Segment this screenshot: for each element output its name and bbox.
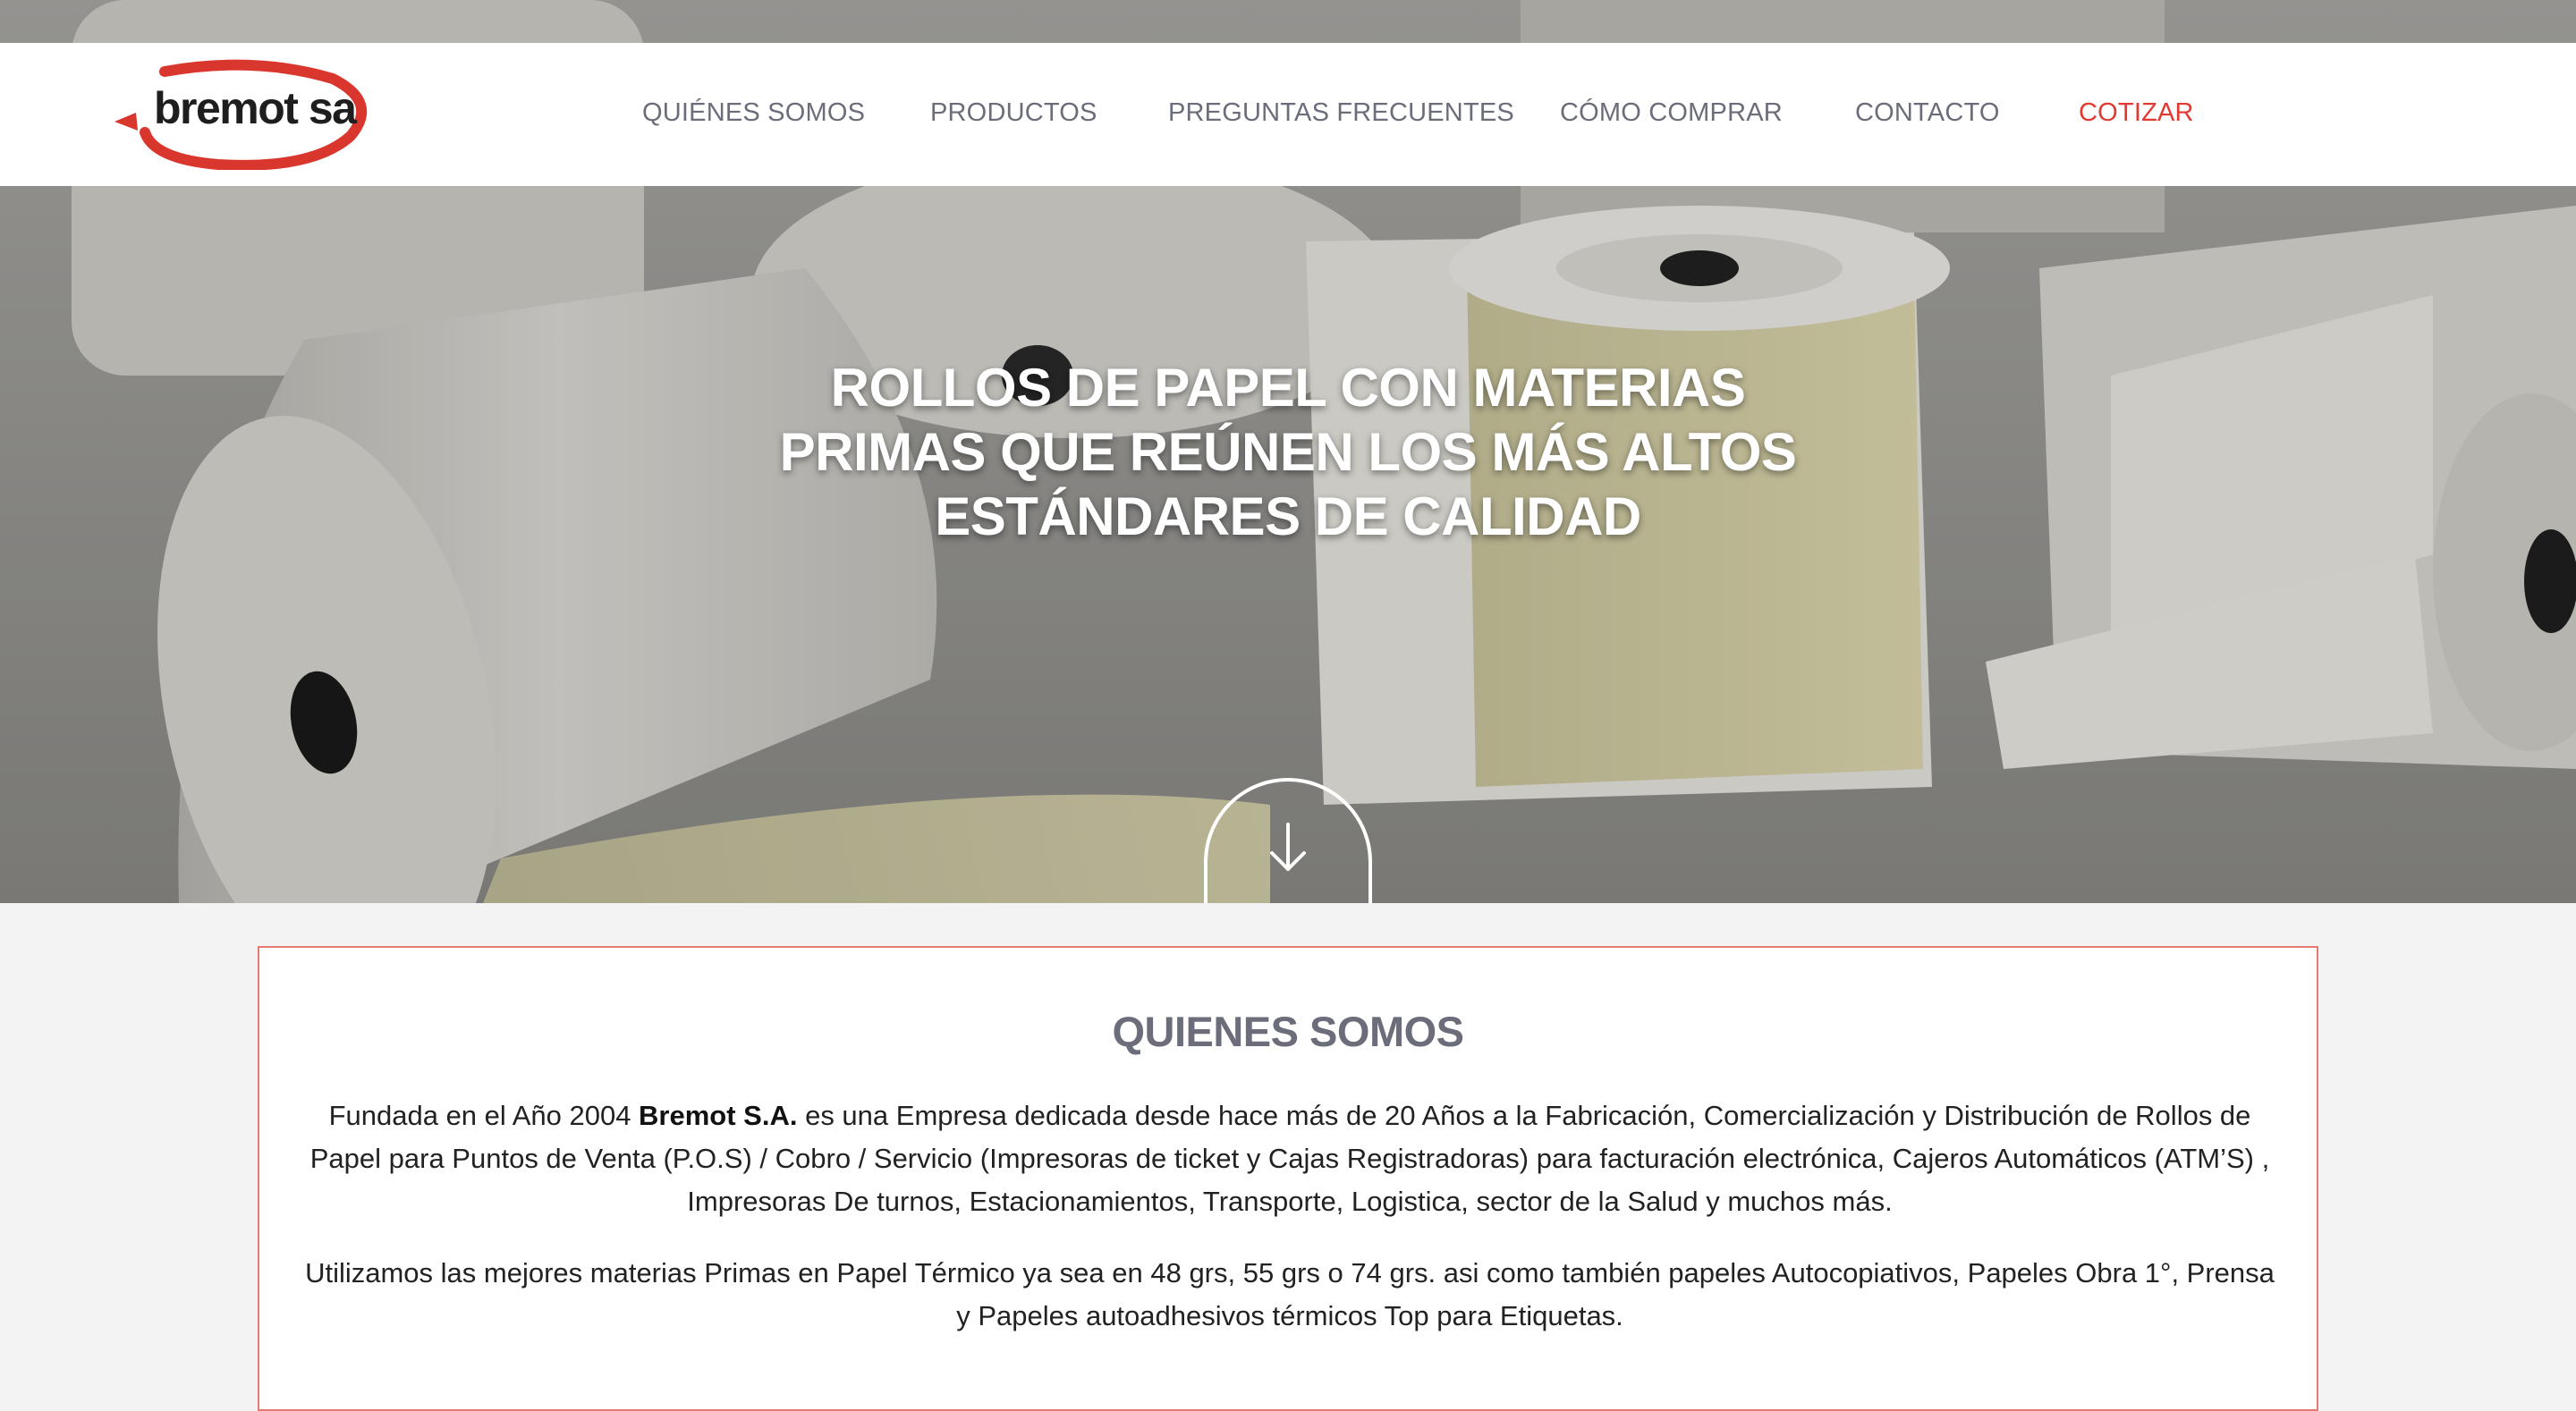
hero-title-line-3: ESTÁNDARES DE CALIDAD — [935, 486, 1641, 546]
nav-item-contacto[interactable]: CONTACTO — [1855, 98, 2000, 128]
about-p1-intro: Fundada en el Año 2004 — [328, 1100, 640, 1131]
hero-title-line-2: PRIMAS QUE REÚNEN LOS MÁS ALTOS — [779, 422, 1797, 482]
nav-item-como-comprar[interactable]: CÓMO COMPRAR — [1560, 98, 1783, 128]
site-header: bremot sa QUIÉNES SOMOS PRODUCTOS PREGUN… — [0, 43, 2576, 186]
nav-item-cotizar[interactable]: COTIZAR — [2079, 98, 2194, 128]
nav-item-productos[interactable]: PRODUCTOS — [930, 98, 1097, 128]
about-heading: QUIENES SOMOS — [1112, 1008, 1464, 1055]
main-nav: QUIÉNES SOMOS PRODUCTOS PREGUNTAS FRECUE… — [0, 43, 2576, 186]
hero-title: ROLLOS DE PAPEL CON MATERIAS PRIMAS QUE … — [751, 356, 1825, 549]
about-paragraph-1: Fundada en el Año 2004 Bremot S.A. es un… — [295, 1094, 2284, 1223]
arrow-down-icon — [1270, 823, 1306, 871]
about-paragraph-2: Utilizamos las mejores materias Primas e… — [305, 1257, 2275, 1331]
hero-title-line-1: ROLLOS DE PAPEL CON MATERIAS — [830, 358, 1746, 418]
about-card: QUIENES SOMOS Fundada en el Año 2004 Bre… — [258, 946, 2318, 1411]
about-company-name: Bremot S.A. — [639, 1100, 798, 1131]
nav-item-quienes-somos[interactable]: QUIÉNES SOMOS — [642, 98, 865, 128]
nav-item-preguntas-frecuentes[interactable]: PREGUNTAS FRECUENTES — [1168, 98, 1514, 128]
